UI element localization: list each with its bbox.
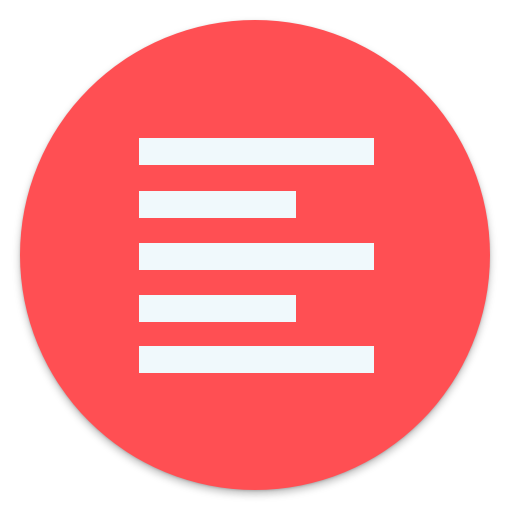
line-bar-5 (139, 346, 374, 373)
line-bar-3 (139, 243, 374, 270)
app-icon[interactable] (20, 20, 490, 490)
line-bar-4 (139, 295, 296, 322)
line-bar-2 (139, 191, 296, 218)
align-left-lines-icon (20, 20, 490, 490)
line-bar-1 (139, 138, 374, 165)
icon-canvas (0, 0, 512, 512)
